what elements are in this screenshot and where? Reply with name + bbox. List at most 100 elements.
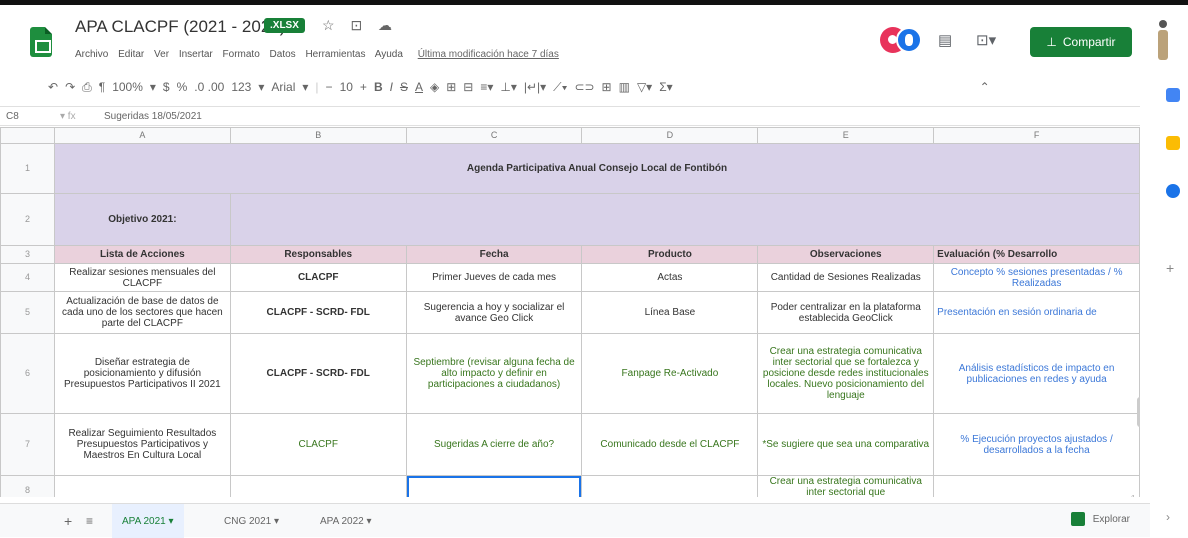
table-cell[interactable]: Crear una estrategia comunicativa inter … — [757, 333, 935, 414]
table-cell[interactable] — [229, 475, 407, 497]
calendar-icon[interactable] — [1166, 88, 1180, 102]
vertical-scrollbar[interactable] — [1137, 397, 1140, 427]
table-cell[interactable]: 1 — [933, 475, 1140, 497]
table-cell[interactable]: Poder centralizar en la plataforma estab… — [757, 291, 935, 334]
expand-panel-icon[interactable]: › — [1166, 510, 1180, 524]
objective-value-cell[interactable] — [229, 193, 1140, 246]
header-cell[interactable]: Lista de Acciones — [53, 245, 231, 264]
borders-icon[interactable]: ⊞ — [446, 80, 456, 94]
sheet-tab[interactable]: CNG 2021 ▾ — [214, 504, 289, 538]
bold-button[interactable]: B — [374, 80, 383, 94]
text-color-button[interactable]: A — [415, 80, 423, 94]
strikethrough-button[interactable]: S — [400, 80, 408, 94]
collaborator-avatar[interactable] — [896, 27, 922, 53]
merge-cells-icon[interactable]: ⊟ — [463, 80, 473, 94]
table-cell[interactable]: CLACPF — [229, 263, 407, 292]
explore-button[interactable]: Explorar — [1070, 512, 1130, 526]
row-header[interactable]: 2 — [0, 193, 55, 246]
horizontal-align-icon[interactable]: ≡▾ — [480, 80, 493, 94]
paint-format-icon[interactable]: ¶ — [99, 80, 105, 94]
filter-icon[interactable]: ▽▾ — [637, 80, 652, 94]
menu-editar[interactable]: Editar — [118, 49, 144, 60]
table-cell[interactable]: Realizar sesiones mensuales del CLACPF — [53, 263, 231, 292]
table-cell[interactable]: Presentación en sesión ordinaria de — [933, 291, 1140, 334]
table-cell[interactable]: CLACPF - SCRD- FDL — [229, 333, 407, 414]
add-addon-icon[interactable]: + — [1166, 260, 1180, 276]
vertical-align-icon[interactable]: ⊥▾ — [500, 80, 516, 94]
more-formats-select[interactable]: 123 — [231, 80, 251, 94]
menu-insertar[interactable]: Insertar — [179, 49, 213, 60]
row-header[interactable]: 7 — [0, 413, 55, 476]
objective-label-cell[interactable]: Objetivo 2021: — [53, 193, 231, 246]
title-action-icons[interactable]: ☆ ⊡ ☁ — [322, 17, 398, 34]
table-cell[interactable]: Concepto % sesiones presentadas / % Real… — [933, 263, 1140, 292]
functions-icon[interactable]: Σ▾ — [659, 80, 672, 94]
percent-button[interactable]: % — [177, 80, 188, 94]
sheet-tab[interactable]: APA 2022 ▾ — [310, 504, 382, 538]
tasks-icon[interactable] — [1166, 184, 1180, 198]
column-header[interactable]: B — [229, 127, 407, 144]
table-cell[interactable]: Diseñar estrategia de posicionamiento y … — [53, 333, 231, 414]
table-cell[interactable]: Cantidad de Sesiones Realizadas — [757, 263, 935, 292]
header-cell[interactable]: Responsables — [229, 245, 407, 264]
table-cell[interactable]: Primer Jueves de cada mes — [405, 263, 583, 292]
column-header[interactable]: E — [757, 127, 935, 144]
document-title[interactable]: APA CLACPF (2021 - 2021) — [75, 17, 285, 37]
selected-cell[interactable] — [405, 475, 583, 497]
table-cell[interactable]: *Se sugiere que sea una comparativa — [757, 413, 935, 476]
header-cell[interactable]: Producto — [581, 245, 759, 264]
last-edit-link[interactable]: Última modificación hace 7 días — [418, 49, 559, 60]
font-size-decrease-icon[interactable]: − — [326, 80, 333, 94]
table-cell[interactable]: Realizar Seguimiento Resultados Presupue… — [53, 413, 231, 476]
menu-ayuda[interactable]: Ayuda — [375, 49, 403, 60]
row-header[interactable]: 4 — [0, 263, 55, 292]
collapse-toolbar-icon[interactable]: ⌃ — [980, 80, 990, 94]
row-header[interactable]: 1 — [0, 143, 55, 194]
italic-button[interactable]: I — [390, 80, 393, 94]
text-rotation-icon[interactable]: ⟋▾ — [553, 80, 567, 95]
menu-herramientas[interactable]: Herramientas — [305, 49, 365, 60]
fill-color-icon[interactable]: ◈ — [430, 80, 439, 94]
header-cell[interactable]: Observaciones — [757, 245, 935, 264]
column-header[interactable]: F — [933, 127, 1140, 144]
insert-link-icon[interactable]: ⊂⊃ — [574, 80, 594, 94]
user-account-icon[interactable] — [1156, 20, 1170, 64]
share-button[interactable]: ⊥ Compartir — [1030, 27, 1132, 57]
row-header[interactable]: 6 — [0, 333, 55, 414]
agenda-title-cell[interactable]: Agenda Participativa Anual Consejo Local… — [53, 143, 1140, 194]
header-cell[interactable]: Fecha — [405, 245, 583, 264]
table-cell[interactable]: Comunicado desde el CLACPF — [581, 413, 759, 476]
font-size-increase-icon[interactable]: + — [360, 80, 367, 94]
undo-icon[interactable]: ↶ — [48, 80, 58, 94]
font-size-input[interactable]: 10 — [340, 80, 353, 94]
table-cell[interactable]: CLACPF - SCRD- FDL — [229, 291, 407, 334]
sheet-tab[interactable]: APA 2021 ▾ — [112, 504, 184, 538]
row-header[interactable]: 3 — [0, 245, 55, 264]
table-cell[interactable]: Línea Base — [581, 291, 759, 334]
insert-chart-icon[interactable]: ▥ — [619, 80, 630, 94]
cell-reference[interactable]: C8 — [0, 111, 60, 122]
print-icon[interactable]: ⎙ — [82, 80, 92, 95]
table-cell[interactable]: Actualización de base de datos de cada u… — [53, 291, 231, 334]
all-sheets-icon[interactable]: ≡ — [76, 504, 103, 538]
column-header[interactable]: D — [581, 127, 759, 144]
decimal-buttons[interactable]: .0 .00 — [194, 80, 224, 94]
text-wrap-icon[interactable]: |↵|▾ — [524, 80, 546, 94]
zoom-select[interactable]: 100% — [112, 80, 143, 94]
column-header[interactable]: A — [53, 127, 231, 144]
select-all-corner[interactable] — [0, 127, 55, 144]
table-cell[interactable]: Sugerencia a hoy y socializar el avance … — [405, 291, 583, 334]
row-header[interactable]: 5 — [0, 291, 55, 334]
font-select[interactable]: Arial — [271, 80, 295, 94]
redo-icon[interactable]: ↷ — [65, 80, 75, 94]
table-cell[interactable]: % Ejecución proyectos ajustados / desarr… — [933, 413, 1140, 476]
formula-input[interactable]: Sugeridas 18/05/2021 — [104, 111, 202, 122]
table-cell[interactable]: CLACPF — [229, 413, 407, 476]
present-icon[interactable]: ⊡▾ — [976, 31, 996, 49]
table-cell[interactable] — [53, 475, 231, 497]
menu-datos[interactable]: Datos — [270, 49, 296, 60]
comments-icon[interactable]: ▤ — [938, 31, 952, 49]
table-cell[interactable] — [581, 475, 759, 497]
header-cell[interactable]: Evaluación (% Desarrollo — [933, 245, 1140, 264]
table-cell[interactable]: Septiembre (revisar alguna fecha de alto… — [405, 333, 583, 414]
